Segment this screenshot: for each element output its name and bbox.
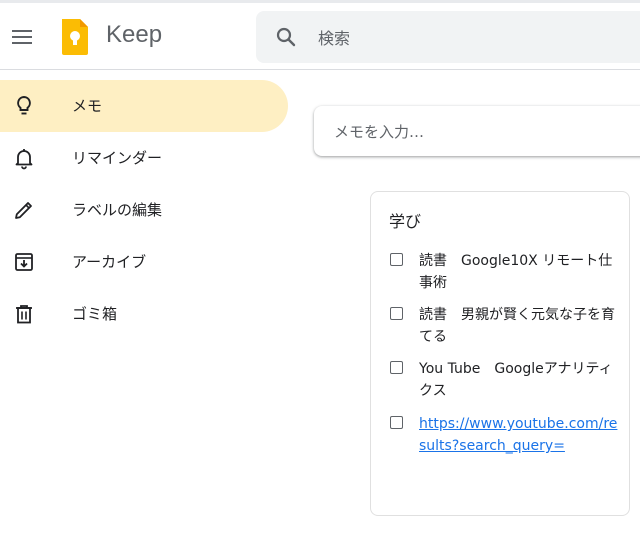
sidebar-item-reminders[interactable]: リマインダー xyxy=(0,132,288,184)
sidebar-item-label: リマインダー xyxy=(72,149,163,167)
archive-icon xyxy=(15,253,33,271)
take-note-bar[interactable] xyxy=(314,106,640,156)
sidebar-item-edit-labels[interactable]: ラベルの編集 xyxy=(0,184,288,236)
sidebar: メモ リマインダー ラベルの編集 アーカイブ ゴミ箱 xyxy=(0,80,290,340)
sidebar-item-label: メモ xyxy=(72,97,103,115)
note-card[interactable]: 学び 読書 Google10X リモート仕事術 読書 男親が賢く元気な子を育てる… xyxy=(370,191,630,516)
checkbox[interactable] xyxy=(390,307,403,320)
checkbox[interactable] xyxy=(390,361,403,374)
checklist-item-text: You Tube Googleアナリティクス xyxy=(419,361,613,399)
trash-icon xyxy=(16,305,32,324)
take-note-input[interactable] xyxy=(332,120,636,144)
checklist-item-text: 読書 Google10X リモート仕事術 xyxy=(419,253,613,291)
pencil-icon xyxy=(15,202,32,219)
sidebar-item-notes[interactable]: メモ xyxy=(0,80,288,132)
app-header: Keep xyxy=(0,3,640,70)
sidebar-item-trash[interactable]: ゴミ箱 xyxy=(0,288,288,340)
lightbulb-icon xyxy=(17,96,31,115)
sidebar-item-archive[interactable]: アーカイブ xyxy=(0,236,288,288)
keep-logo-icon xyxy=(62,19,88,55)
sidebar-item-label: アーカイブ xyxy=(72,253,147,271)
sidebar-item-label: ラベルの編集 xyxy=(72,201,163,219)
search-input[interactable] xyxy=(316,23,640,53)
search-icon[interactable] xyxy=(274,25,298,49)
search-bar[interactable] xyxy=(256,11,640,63)
bell-icon xyxy=(15,149,33,170)
app-title: Keep xyxy=(106,21,163,48)
note-title: 学び xyxy=(389,212,422,231)
sidebar-item-label: ゴミ箱 xyxy=(72,305,118,323)
checklist-item-link[interactable]: https://www.youtube.com/results?search_q… xyxy=(419,413,619,457)
checkbox[interactable] xyxy=(390,416,403,429)
checkbox[interactable] xyxy=(390,253,403,266)
checklist-item-text: 読書 男親が賢く元気な子を育てる xyxy=(419,307,615,345)
main-menu-button[interactable] xyxy=(8,23,36,51)
